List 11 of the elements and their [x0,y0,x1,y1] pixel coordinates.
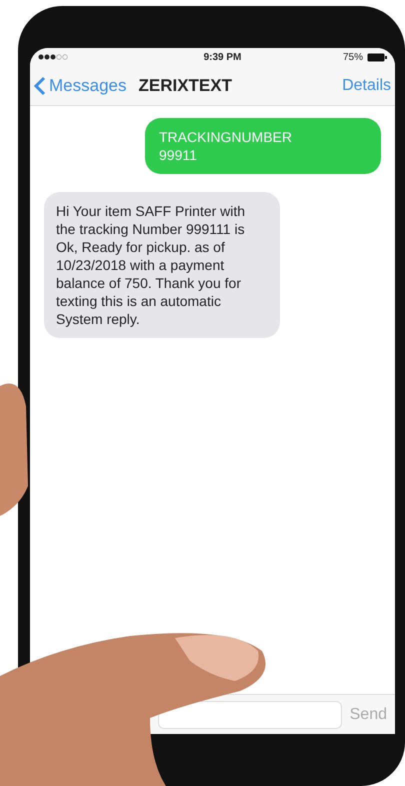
conversation-title: ZERIXTEXT [138,74,232,97]
send-button[interactable]: Send [350,702,387,726]
message-input-field[interactable] [158,700,342,728]
battery-icon [367,52,387,62]
status-time: 9:39 PM [204,50,242,64]
chevron-left-icon [34,76,46,96]
sent-message-bubble: TRACKINGNUMBER 99911 [145,118,381,174]
battery-percent: 75% [342,50,363,64]
details-link[interactable]: Details [342,74,391,98]
back-link[interactable]: Messages [34,72,126,98]
received-message-bubble: Hi Your item SAFF Printer with the tracking Number 999111 is Ok, Ready for pickup. as of 10/23/2018 with a payment balance of 750. Thank you for texting this is an automatic System reply. [44,192,280,338]
